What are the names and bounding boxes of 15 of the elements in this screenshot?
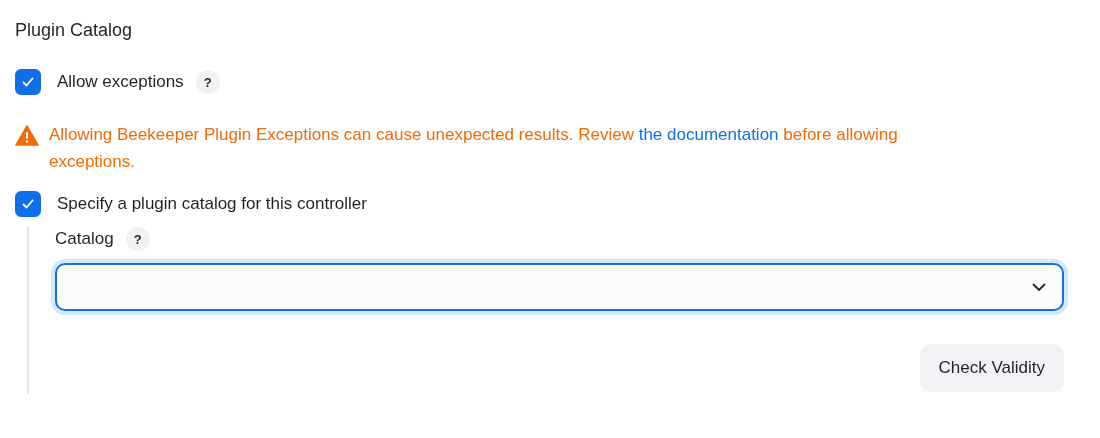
section-title: Plugin Catalog — [15, 20, 134, 41]
check-validity-button[interactable]: Check Validity — [919, 344, 1064, 392]
checkbox-label: Allow exceptions — [57, 72, 184, 92]
checkbox[interactable] — [15, 191, 41, 217]
documentation-link[interactable]: the documentation — [638, 125, 779, 144]
field-label: Catalog — [55, 229, 114, 249]
warning-message: Allowing Beekeeper Plugin Exceptions can cause unexpected results. Review the documentation before allowing exceptions. — [49, 124, 899, 173]
checkbox[interactable] — [15, 69, 41, 95]
help-button[interactable]: ? — [125, 227, 150, 251]
check-icon — [21, 75, 35, 89]
chevron-down-icon — [1032, 282, 1046, 292]
warning-icon — [15, 125, 39, 146]
help-button[interactable]: ? — [195, 70, 220, 94]
check-icon — [21, 197, 35, 211]
checkbox-label: Specify a plugin catalog for this controller — [57, 194, 367, 214]
